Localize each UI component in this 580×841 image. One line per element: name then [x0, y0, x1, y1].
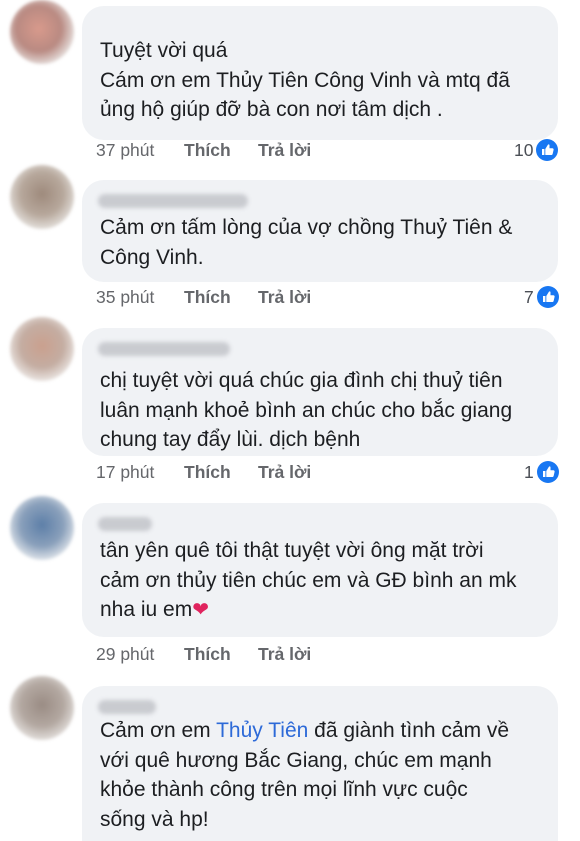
like-icon [537, 461, 559, 483]
comment-line: với quê hương Bắc Giang, chúc em mạnh [100, 748, 492, 772]
comment-text: Cảm ơn tấm lòng của vợ chồng Thuỷ Tiên &… [100, 213, 512, 272]
commenter-name[interactable] [98, 700, 156, 714]
comment-time[interactable]: 17 phút [96, 462, 184, 483]
commenter-name[interactable] [98, 194, 248, 208]
comment-bubble: Cảm ơn em Thủy Tiên đã giành tình cảm về… [82, 686, 558, 841]
reaction-count[interactable]: 1 [524, 461, 559, 483]
comment-text: Tuyệt vời quá Cám ơn em Thủy Tiên Công V… [100, 36, 510, 125]
reaction-count[interactable]: 10 [514, 139, 558, 161]
avatar[interactable] [10, 165, 74, 229]
comment-line-text: nha iu em [100, 598, 193, 621]
comment-line: sống và hp! [100, 807, 209, 831]
avatar[interactable] [10, 496, 74, 560]
reply-link[interactable]: Trả lời [258, 287, 311, 308]
comment-line: tân yên quê tôi thật tuyệt vời ông mặt t… [100, 539, 484, 562]
comment-line-text: Cảm ơn em [100, 719, 217, 742]
comment-line: luân mạnh khoẻ bình an chúc cho bắc gian… [100, 398, 513, 422]
comment-line: khỏe thành công trên mọi lĩnh vực cuộc [100, 778, 468, 801]
comment-bubble: Cảm ơn tấm lòng của vợ chồng Thuỷ Tiên &… [82, 180, 558, 282]
comment-line: chị tuyệt vời quá chúc gia đình chị thuỷ… [100, 369, 503, 392]
comment-bubble: Tuyệt vời quá Cám ơn em Thủy Tiên Công V… [82, 6, 558, 140]
comment-meta: 37 phút Thích Trả lời [96, 140, 311, 161]
comment-time[interactable]: 35 phút [96, 287, 184, 308]
comment-meta: 17 phút Thích Trả lời [96, 462, 311, 483]
commenter-name[interactable] [98, 342, 230, 356]
commenter-name[interactable] [98, 517, 152, 531]
comment-text: chị tuyệt vời quá chúc gia đình chị thuỷ… [100, 366, 512, 455]
comment-meta: 35 phút Thích Trả lời [96, 287, 311, 308]
comment-line: nha iu em❤ [100, 595, 516, 625]
comment-bubble: chị tuyệt vời quá chúc gia đình chị thuỷ… [82, 328, 558, 456]
like-link[interactable]: Thích [184, 462, 258, 483]
reaction-count-value: 10 [514, 139, 534, 160]
comment-line-text: đã giành tình cảm về [308, 719, 510, 742]
comment-line: Công Vinh. [100, 245, 204, 269]
like-link[interactable]: Thích [184, 644, 258, 665]
reply-link[interactable]: Trả lời [258, 462, 311, 483]
reaction-count-value: 1 [524, 461, 534, 482]
comment-line: chung tay đẩy lùi. dịch bệnh [100, 428, 361, 451]
comment-text: tân yên quê tôi thật tuyệt vời ông mặt t… [100, 536, 516, 625]
reply-link[interactable]: Trả lời [258, 644, 311, 665]
comment-line: Cảm ơn em Thủy Tiên đã giành tình cảm về [100, 716, 509, 746]
avatar[interactable] [10, 676, 74, 740]
comment-text: Cảm ơn em Thủy Tiên đã giành tình cảm về… [100, 716, 509, 834]
avatar[interactable] [10, 317, 74, 381]
like-link[interactable]: Thích [184, 140, 258, 161]
comment-time[interactable]: 29 phút [96, 644, 184, 665]
heart-emoji-icon: ❤ [192, 597, 209, 621]
like-link[interactable]: Thích [184, 287, 258, 308]
avatar[interactable] [10, 0, 74, 64]
comment-line: Cảm ơn tấm lòng của vợ chồng Thuỷ Tiên & [100, 216, 513, 239]
like-icon [537, 286, 559, 308]
comment-line: ủng hộ giúp đỡ bà con nơi tâm dịch . [100, 98, 443, 121]
reaction-count-value: 7 [524, 286, 534, 307]
comment-bubble: tân yên quê tôi thật tuyệt vời ông mặt t… [82, 503, 558, 637]
comment-line: Cám ơn em Thủy Tiên Công Vinh và mtq đã [100, 68, 510, 92]
reply-link[interactable]: Trả lời [258, 140, 311, 161]
mention-link[interactable]: Thủy Tiên [216, 719, 308, 742]
comment-meta: 29 phút Thích Trả lời [96, 644, 311, 665]
comment-time[interactable]: 37 phút [96, 140, 184, 161]
comment-line: cảm ơn thủy tiên chúc em và GĐ bình an m… [100, 568, 517, 592]
comment-line: Tuyệt vời quá [100, 39, 228, 62]
like-icon [536, 139, 558, 161]
reaction-count[interactable]: 7 [524, 286, 559, 308]
